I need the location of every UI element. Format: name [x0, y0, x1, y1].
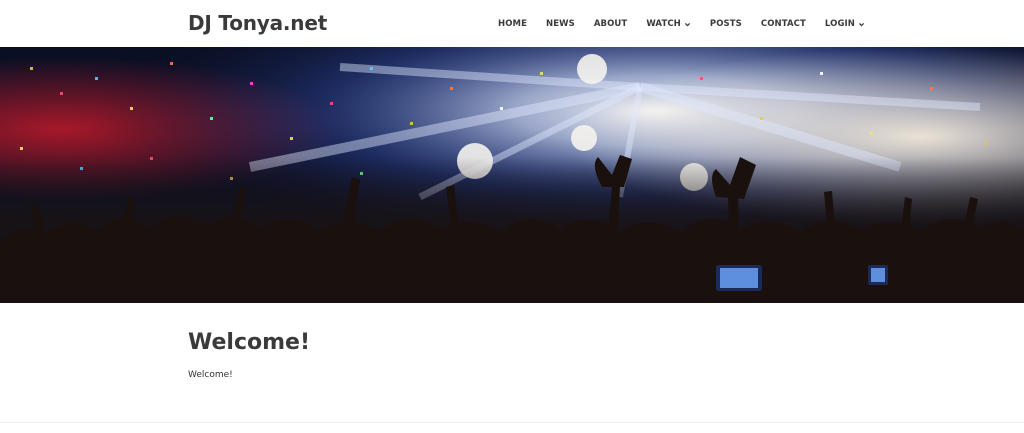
concert-crowd-image: [0, 47, 1024, 303]
nav-item-label: POSTS: [709, 19, 742, 29]
nav-item-label: ABOUT: [593, 19, 628, 29]
divider: [0, 422, 1024, 423]
chevron-down-icon: [684, 22, 690, 26]
page-body-text: Welcome!: [188, 370, 233, 380]
chevron-down-icon: [858, 22, 865, 26]
nav-item-login[interactable]: LOGIN: [825, 19, 865, 29]
nav-item-label: CONTACT: [760, 19, 806, 29]
page-title: Welcome!: [188, 330, 310, 355]
hero-banner: [0, 47, 1024, 303]
nav-item-label: HOME: [498, 19, 528, 29]
site-header: DJ Tonya.net HOME NEWS ABOUT WATCH POSTS…: [0, 0, 1024, 47]
nav-item-label: NEWS: [546, 19, 575, 29]
nav-item-label: LOGIN: [824, 19, 856, 29]
nav-item-home[interactable]: HOME: [498, 19, 527, 29]
nav-item-news[interactable]: NEWS: [546, 19, 575, 29]
main-nav: HOME NEWS ABOUT WATCH POSTS CONTACT LOGI…: [498, 17, 865, 31]
nav-item-watch[interactable]: WATCH: [646, 19, 691, 29]
nav-item-posts[interactable]: POSTS: [710, 19, 742, 29]
nav-item-about[interactable]: ABOUT: [594, 19, 627, 29]
nav-item-contact[interactable]: CONTACT: [761, 19, 806, 29]
site-title[interactable]: DJ Tonya.net: [188, 11, 327, 35]
nav-item-label: WATCH: [646, 19, 681, 29]
